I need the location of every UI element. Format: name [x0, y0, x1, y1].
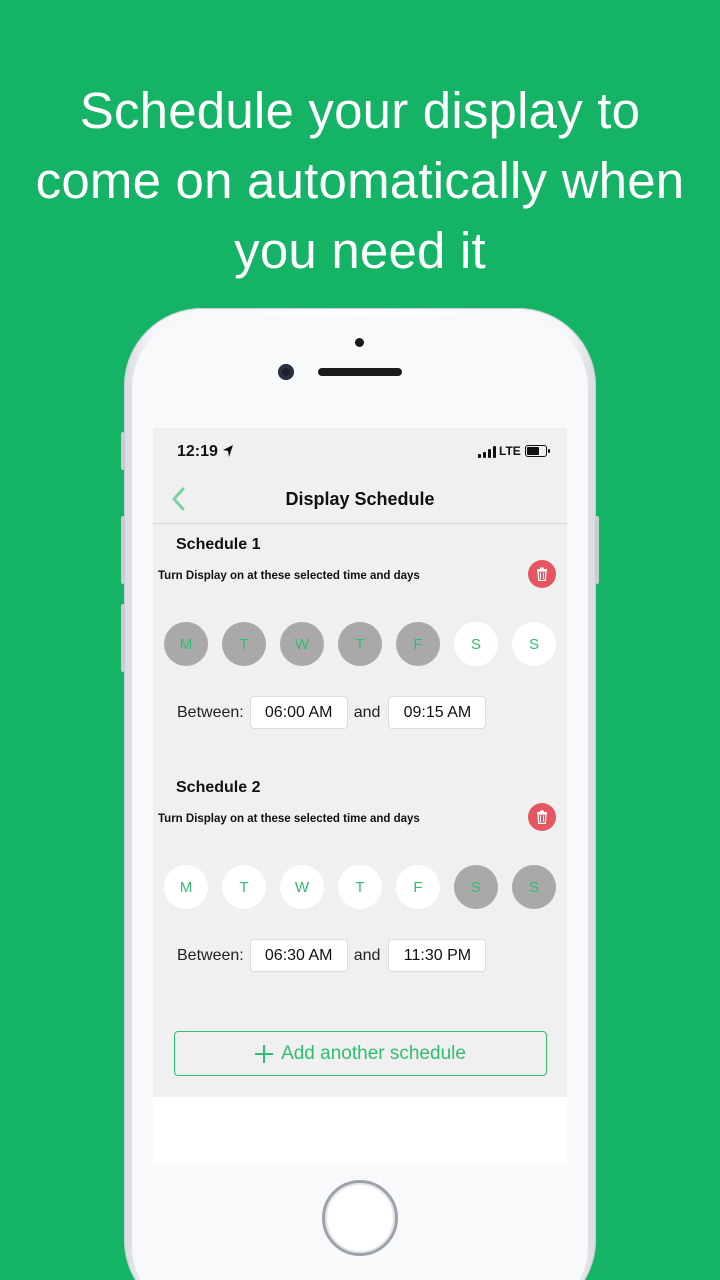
day-toggle-monday[interactable]: M: [164, 865, 208, 909]
start-time-field[interactable]: 06:00 AM: [249, 696, 348, 729]
earpiece-speaker: [318, 368, 402, 376]
day-toggle-friday[interactable]: F: [396, 622, 440, 666]
day-toggle-saturday[interactable]: S: [454, 865, 498, 909]
bottom-area: [153, 1097, 567, 1163]
plus-icon: [255, 1044, 274, 1063]
delete-schedule-button[interactable]: [528, 560, 556, 588]
headline-line-2: come on automatically when: [35, 152, 685, 209]
volume-up-button: [121, 516, 125, 584]
day-toggle-saturday[interactable]: S: [454, 622, 498, 666]
and-label: and: [353, 946, 381, 964]
end-time-field[interactable]: 09:15 AM: [388, 696, 487, 729]
between-label: Between:: [177, 703, 244, 721]
volume-down-button: [121, 604, 125, 672]
nav-bar: Display Schedule: [153, 474, 567, 524]
day-toggle-tuesday[interactable]: T: [222, 622, 266, 666]
status-bar: 12:19 LTE: [153, 428, 567, 474]
headline-line-1: Schedule your display to: [79, 82, 641, 139]
network-type: LTE: [499, 444, 521, 458]
silent-switch: [121, 432, 125, 470]
start-time-field[interactable]: 06:30 AM: [249, 939, 348, 972]
battery-icon: [525, 445, 550, 457]
schedule-subtitle: Turn Display on at these selected time a…: [158, 570, 420, 582]
home-button: [322, 1180, 398, 1256]
between-label: Between:: [177, 946, 244, 964]
add-schedule-label: Add another schedule: [281, 1042, 466, 1064]
day-toggle-sunday[interactable]: S: [512, 622, 556, 666]
page-title: Display Schedule: [285, 489, 435, 509]
day-toggle-tuesday[interactable]: T: [222, 865, 266, 909]
schedule-card-1: Schedule 1 Turn Display on at these sele…: [153, 524, 567, 764]
status-time: 12:19: [177, 443, 218, 460]
front-camera: [278, 364, 294, 380]
day-toggle-thursday[interactable]: T: [338, 865, 382, 909]
trash-icon: [537, 567, 547, 581]
app-screen: 12:19 LTE Display Schedule Schedule 1 Tu…: [153, 428, 567, 1163]
schedule-card-2: Schedule 2 Turn Display on at these sele…: [153, 767, 567, 1007]
time-range-row: Between: 06:30 AM and 11:30 PM: [177, 939, 487, 972]
schedule-title: Schedule 1: [176, 536, 261, 553]
day-toggle-wednesday[interactable]: W: [280, 622, 324, 666]
location-arrow-icon: [223, 445, 233, 457]
end-time-field[interactable]: 11:30 PM: [388, 939, 487, 972]
promo-headline: Schedule your display to come on automat…: [0, 76, 720, 286]
signal-bars-icon: [478, 446, 496, 458]
delete-schedule-button[interactable]: [528, 803, 556, 831]
time-range-row: Between: 06:00 AM and 09:15 AM: [177, 696, 487, 729]
headline-line-3: you need it: [234, 222, 486, 279]
day-toggle-friday[interactable]: F: [396, 865, 440, 909]
day-toggle-wednesday[interactable]: W: [280, 865, 324, 909]
and-label: and: [353, 703, 381, 721]
proximity-sensor: [355, 338, 364, 347]
schedule-title: Schedule 2: [176, 779, 261, 796]
day-toggle-thursday[interactable]: T: [338, 622, 382, 666]
add-schedule-button[interactable]: Add another schedule: [174, 1031, 547, 1076]
day-selector: M T W T F S S: [164, 622, 556, 666]
trash-icon: [537, 810, 547, 824]
day-toggle-sunday[interactable]: S: [512, 865, 556, 909]
day-toggle-monday[interactable]: M: [164, 622, 208, 666]
power-button: [595, 516, 599, 584]
day-selector: M T W T F S S: [164, 865, 556, 909]
schedule-subtitle: Turn Display on at these selected time a…: [158, 813, 420, 825]
